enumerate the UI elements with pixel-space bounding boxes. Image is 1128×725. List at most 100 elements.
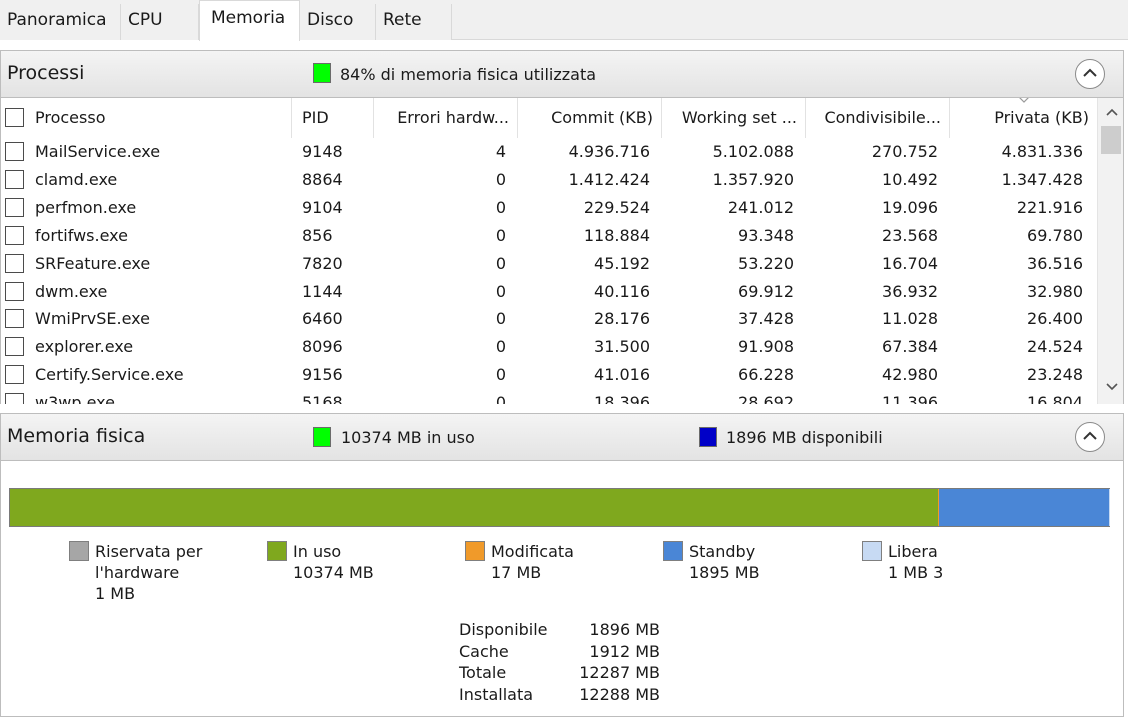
tab-bar: Panoramica CPU Memoria Disco Rete <box>0 0 1128 41</box>
hard-faults-value: 4 <box>495 142 506 161</box>
legend-text: In uso 10374 MB <box>293 541 374 583</box>
column-header-shareable[interactable]: Condivisibile... <box>806 98 950 138</box>
working-set-value: 28.692 <box>738 393 794 404</box>
tab-memoria[interactable]: Memoria <box>199 0 300 41</box>
table-row[interactable]: explorer.exe 8096 0 31.500 91.908 67.384 24.52… <box>1 333 1097 361</box>
collapse-processes-button[interactable] <box>1075 59 1105 89</box>
tab-label: CPU <box>128 10 163 30</box>
select-all-checkbox[interactable] <box>5 108 24 127</box>
vertical-scrollbar[interactable] <box>1097 98 1123 404</box>
shareable-value: 23.568 <box>882 225 938 245</box>
legend-text: Riservata per l'hardware 1 MB <box>95 541 202 604</box>
hard-faults-value: 0 <box>495 393 506 404</box>
commit-value: 18.396 <box>594 393 650 404</box>
row-checkbox[interactable] <box>5 253 24 273</box>
row-checkbox[interactable] <box>5 225 24 245</box>
summary-value: 12287 MB <box>579 663 660 682</box>
process-pid: 9148 <box>302 142 343 161</box>
row-checkbox[interactable] <box>5 365 24 385</box>
physical-memory-section-header[interactable]: Memoria fisica 10374 MB in uso 1896 MB d… <box>0 413 1124 461</box>
hard-faults-value: 0 <box>495 225 506 245</box>
legend-line: Riservata per <box>95 542 203 561</box>
working-set-value: 5.102.088 <box>712 142 794 161</box>
tab-rete[interactable]: Rete <box>376 4 452 40</box>
process-pid: 8096 <box>302 337 343 357</box>
working-set-value: 69.912 <box>738 281 794 301</box>
process-pid: 856 <box>302 225 333 245</box>
table-row[interactable]: SRFeature.exe 7820 0 45.192 53.220 16.704 36.5… <box>1 250 1097 278</box>
row-checkbox[interactable] <box>5 142 24 161</box>
shareable-value: 16.704 <box>882 253 938 273</box>
column-label: Errori hardw... <box>397 108 509 127</box>
table-row[interactable]: MailService.exe 9148 4 4.936.716 5.102.088 27… <box>1 138 1097 166</box>
row-checkbox[interactable] <box>5 169 24 189</box>
column-header-pid[interactable]: PID <box>292 98 374 138</box>
scroll-up-icon[interactable] <box>1106 108 1118 116</box>
tab-disco[interactable]: Disco <box>300 4 376 40</box>
shareable-value: 67.384 <box>882 337 938 357</box>
process-pid: 9104 <box>302 197 343 217</box>
legend-line: Libera <box>888 542 938 561</box>
tab-panoramica[interactable]: Panoramica <box>0 4 121 40</box>
row-checkbox[interactable] <box>5 393 24 404</box>
process-name: perfmon.exe <box>35 197 137 217</box>
tab-cpu[interactable]: CPU <box>121 4 199 40</box>
private-value: 36.516 <box>1027 253 1083 273</box>
column-header-working-set[interactable]: Working set ... <box>662 98 806 138</box>
private-value: 69.780 <box>1027 225 1083 245</box>
memory-usage-swatch <box>313 63 331 83</box>
row-checkbox[interactable] <box>5 309 24 329</box>
row-checkbox[interactable] <box>5 197 24 217</box>
row-checkbox[interactable] <box>5 281 24 301</box>
table-row[interactable]: fortifws.exe 856 0 118.884 93.348 23.568 69.78… <box>1 222 1097 250</box>
legend-swatch <box>663 541 683 561</box>
section-title: Memoria fisica <box>7 425 146 447</box>
process-name: explorer.exe <box>35 337 134 357</box>
column-label: Processo <box>35 108 106 127</box>
column-header-process[interactable]: Processo <box>1 98 292 138</box>
table-row[interactable]: clamd.exe 8864 0 1.412.424 1.357.920 10.492 1.… <box>1 166 1097 194</box>
column-label: Privata (KB) <box>994 108 1089 127</box>
table-row[interactable]: dwm.exe 1144 0 40.116 69.912 36.932 32.980 <box>1 278 1097 306</box>
private-value: 4.831.336 <box>1001 142 1083 161</box>
shareable-value: 11.396 <box>882 393 938 404</box>
process-name: fortifws.exe <box>35 225 128 245</box>
legend-line: Standby <box>689 542 756 561</box>
tab-label: Rete <box>383 10 422 30</box>
summary-value: 1896 MB <box>589 620 660 639</box>
column-header-commit[interactable]: Commit (KB) <box>518 98 662 138</box>
shareable-value: 11.028 <box>882 309 938 329</box>
column-header-hard-faults[interactable]: Errori hardw... <box>374 98 518 138</box>
collapse-memory-button[interactable] <box>1075 422 1105 452</box>
process-pid: 7820 <box>302 253 343 273</box>
table-row[interactable]: perfmon.exe 9104 0 229.524 241.012 19.096 221.… <box>1 194 1097 222</box>
column-label: PID <box>302 108 329 127</box>
memory-composition-bar[interactable] <box>9 488 1110 527</box>
summary-value: 1912 MB <box>589 641 660 661</box>
row-checkbox[interactable] <box>5 337 24 357</box>
table-row[interactable]: Certify.Service.exe 9156 0 41.016 66.228 42.9… <box>1 361 1097 389</box>
shareable-value: 270.752 <box>871 142 938 161</box>
process-name: WmiPrvSE.exe <box>35 309 150 329</box>
standby-segment <box>939 489 1109 526</box>
hard-faults-value: 0 <box>495 337 506 357</box>
process-table: Processo PID Errori hardw... Commit (KB)… <box>0 98 1124 404</box>
processes-section-header[interactable]: Processi 84% di memoria fisica utilizzat… <box>0 50 1124 98</box>
private-value: 221.916 <box>1016 197 1083 217</box>
commit-value: 4.936.716 <box>568 142 650 161</box>
scroll-down-icon[interactable] <box>1106 383 1118 391</box>
working-set-value: 1.357.920 <box>712 169 794 189</box>
in-use-label: 10374 MB in uso <box>341 428 475 447</box>
column-header-private[interactable]: Privata (KB) <box>950 98 1097 138</box>
column-label: Condivisibile... <box>824 108 941 127</box>
scrollbar-thumb[interactable] <box>1101 126 1121 154</box>
private-value: 24.524 <box>1027 337 1083 357</box>
process-pid: 9156 <box>302 365 343 385</box>
table-row[interactable]: w3wp.exe 5168 0 18.396 28.692 11.396 16.804 <box>1 389 1097 404</box>
private-value: 26.400 <box>1027 309 1083 329</box>
tab-label: Memoria <box>211 8 286 28</box>
in-use-segment <box>10 489 938 526</box>
process-name: Certify.Service.exe <box>35 365 184 385</box>
legend-line: 1895 MB <box>689 563 760 582</box>
table-row[interactable]: WmiPrvSE.exe 6460 0 28.176 37.428 11.028 26.40… <box>1 305 1097 333</box>
